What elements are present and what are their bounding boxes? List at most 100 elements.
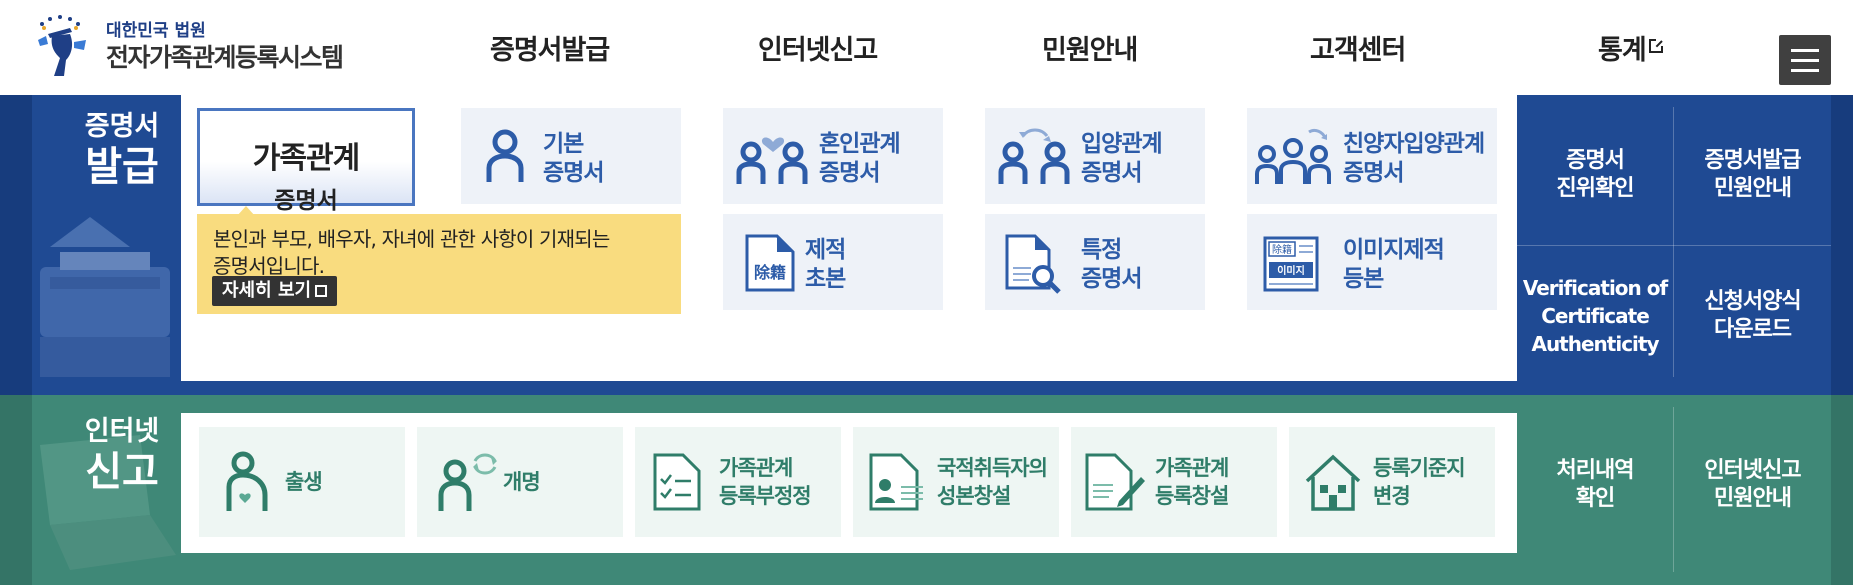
icon-image-text: 이미지 <box>1277 264 1305 277</box>
rename-person-icon <box>438 453 497 511</box>
tile-adoption-certificate[interactable]: 입양관계 증명서 <box>985 108 1205 204</box>
tile-label-line1: 입양관계 <box>1081 131 1163 157</box>
side-link-line1: 신청서양식 <box>1704 289 1801 314</box>
tile-label-line1: 등록기준지 <box>1373 456 1466 480</box>
certificate-guide-link[interactable]: 증명서발급민원안내 <box>1674 105 1831 245</box>
verification-english-link[interactable]: Verification of Certificate Authenticity <box>1517 246 1673 386</box>
site-header: 대한민국 법원 전자가족관계등록시스템 증명서발급 인터넷신고 민원안내 고객센… <box>0 0 1853 95</box>
certificate-title-small: 증명서 <box>84 111 160 142</box>
tile-label-line1: 개명 <box>503 470 541 494</box>
tile-label-line1: 출생 <box>285 470 323 494</box>
nav-civil-guide[interactable]: 민원안내 <box>1042 0 1138 95</box>
side-link-line2: Certificate <box>1541 304 1650 328</box>
form-download-link[interactable]: 신청서양식다운로드 <box>1674 246 1831 386</box>
house-icon <box>1305 454 1361 511</box>
tile-label-line1: 가족관계 <box>1155 456 1229 480</box>
tile-birth-report[interactable]: 출생 <box>199 427 405 537</box>
side-link-line2: 확인 <box>1575 486 1615 511</box>
report-title-large: 신고 <box>85 449 159 495</box>
processing-history-link[interactable]: 처리내역확인 <box>1517 405 1673 565</box>
site-logo[interactable]: 대한민국 법원 전자가족관계등록시스템 <box>30 14 360 80</box>
tile-label-line1: 가족관계 <box>719 456 793 480</box>
tile-registration-base-change[interactable]: 등록기준지 변경 <box>1289 427 1495 537</box>
tile-label-line1: 특정 <box>1081 237 1122 263</box>
tile-label-line2: 증명서 <box>1343 160 1404 186</box>
tile-label-line2: 성본창설 <box>937 484 1011 508</box>
side-link-line1: 증명서발급 <box>1704 148 1801 173</box>
tile-label-line1: 제적 <box>805 237 846 263</box>
tile-label-line2: 증명서 <box>1081 160 1142 186</box>
side-link-line2: 다운로드 <box>1714 317 1792 342</box>
printer-illustration-icon <box>40 217 170 377</box>
person-icon <box>486 129 524 182</box>
certificate-section: 증명서 발급 가족관계 증명서 기본 증명서 혼인관계 증명서 입양관계 증명서… <box>0 95 1853 395</box>
internet-report-guide-link[interactable]: 인터넷신고민원안내 <box>1674 405 1831 565</box>
tile-label-line1: 이미지제적 <box>1343 237 1445 263</box>
tile-label-line2: 변경 <box>1373 484 1411 508</box>
tile-register-correction[interactable]: 가족관계 등록부정정 <box>635 427 841 537</box>
image-register-icon: 除籍 이미지 <box>1263 236 1319 292</box>
certificate-description: 본인과 부모, 배우자, 자녀에 관한 사항이 기재되는 증명서입니다. 자세히… <box>197 214 681 314</box>
tile-label-line2: 등본 <box>1343 266 1384 292</box>
hamburger-menu-icon <box>1791 49 1819 52</box>
document-search-icon <box>1005 234 1061 294</box>
tile-label-line2: 증명서 <box>819 160 880 186</box>
tile-naturalized-surname-creation[interactable]: 국적취득자의 성본창설 <box>853 427 1059 537</box>
tile-label-line1: 친양자입양관계 <box>1343 131 1485 157</box>
family-adoption-icon <box>1255 128 1331 184</box>
report-panel: 출생 개명 가족관계 등록부정정 국적취득자의 성본창설 가족관계 등록창설 등… <box>181 413 1517 553</box>
certificate-title-large: 발급 <box>85 144 159 190</box>
side-link-line1: 증명서 <box>1566 148 1625 173</box>
nav-internet-report[interactable]: 인터넷신고 <box>758 0 878 95</box>
tile-label-line2: 증명서 <box>274 188 338 214</box>
nav-statistics-label: 통계 <box>1598 35 1647 66</box>
birth-icon <box>226 451 268 511</box>
id-document-icon <box>869 453 923 511</box>
nav-statistics[interactable]: 통계 <box>1598 0 1663 95</box>
view-details-button[interactable]: 자세히 보기 <box>212 276 338 306</box>
document-pen-icon <box>1085 453 1145 511</box>
certificate-verification-link[interactable]: 증명서진위확인 <box>1517 105 1673 245</box>
tile-family-relation-certificate[interactable]: 가족관계 증명서 <box>197 108 415 216</box>
couple-heart-icon <box>736 137 808 184</box>
tile-specific-certificate[interactable]: 특정 증명서 <box>985 214 1205 310</box>
side-link-line2: 민원안내 <box>1714 486 1792 511</box>
side-link-line1: 처리내역 <box>1556 458 1635 483</box>
side-link-line2: 민원안내 <box>1714 176 1792 201</box>
side-link-line1: 인터넷신고 <box>1704 458 1801 483</box>
view-details-label: 자세히 보기 <box>222 280 312 301</box>
tile-basic-certificate[interactable]: 기본 증명서 <box>461 108 681 204</box>
document-stamp-icon: 除籍 <box>745 234 795 292</box>
external-link-icon <box>1648 38 1663 53</box>
tile-register-creation[interactable]: 가족관계 등록창설 <box>1071 427 1277 537</box>
logo-title: 전자가족관계등록시스템 <box>106 43 344 72</box>
logo-subtitle: 대한민국 법원 <box>106 21 206 41</box>
tile-label-line2: 등록창설 <box>1155 484 1229 508</box>
checklist-document-icon <box>653 453 701 511</box>
tile-label-line1: 기본 <box>543 131 584 157</box>
tile-label-line1: 국적취득자의 <box>937 456 1048 480</box>
report-section-title: 인터넷 신고 <box>72 415 172 495</box>
description-line1: 본인과 부모, 배우자, 자녀에 관한 사항이 기재되는 <box>213 227 610 251</box>
certificate-panel: 가족관계 증명서 기본 증명서 혼인관계 증명서 입양관계 증명서 친양자입양관… <box>181 95 1517 381</box>
tile-removed-register-extract[interactable]: 除籍 제적 초본 <box>723 214 943 310</box>
hamburger-menu-button[interactable] <box>1779 35 1831 85</box>
tile-name-change-report[interactable]: 개명 <box>417 427 623 537</box>
nav-certificate[interactable]: 증명서발급 <box>490 0 610 95</box>
tile-label-line2: 초본 <box>805 266 846 292</box>
certificate-section-title: 증명서 발급 <box>72 110 172 190</box>
report-title-small: 인터넷 <box>84 416 160 447</box>
nav-customer-center[interactable]: 고객센터 <box>1310 0 1406 95</box>
icon-stamp-text: 除籍 <box>1272 243 1292 256</box>
tile-marriage-certificate[interactable]: 혼인관계 증명서 <box>723 108 943 204</box>
adoption-arrows-icon <box>998 128 1070 184</box>
court-emblem-icon <box>38 15 86 76</box>
tile-image-removed-register-copy[interactable]: 除籍 이미지 이미지제적 등본 <box>1247 214 1497 310</box>
tile-label-line1: 혼인관계 <box>819 131 901 157</box>
side-link-line3: Authenticity <box>1531 332 1659 356</box>
tile-label-line2: 등록부정정 <box>719 484 812 508</box>
tile-full-adoption-certificate[interactable]: 친양자입양관계 증명서 <box>1247 108 1497 204</box>
side-link-line2: 진위확인 <box>1556 176 1635 201</box>
icon-stamp-text: 除籍 <box>754 263 786 282</box>
tile-label-line2: 증명서 <box>1081 266 1142 292</box>
